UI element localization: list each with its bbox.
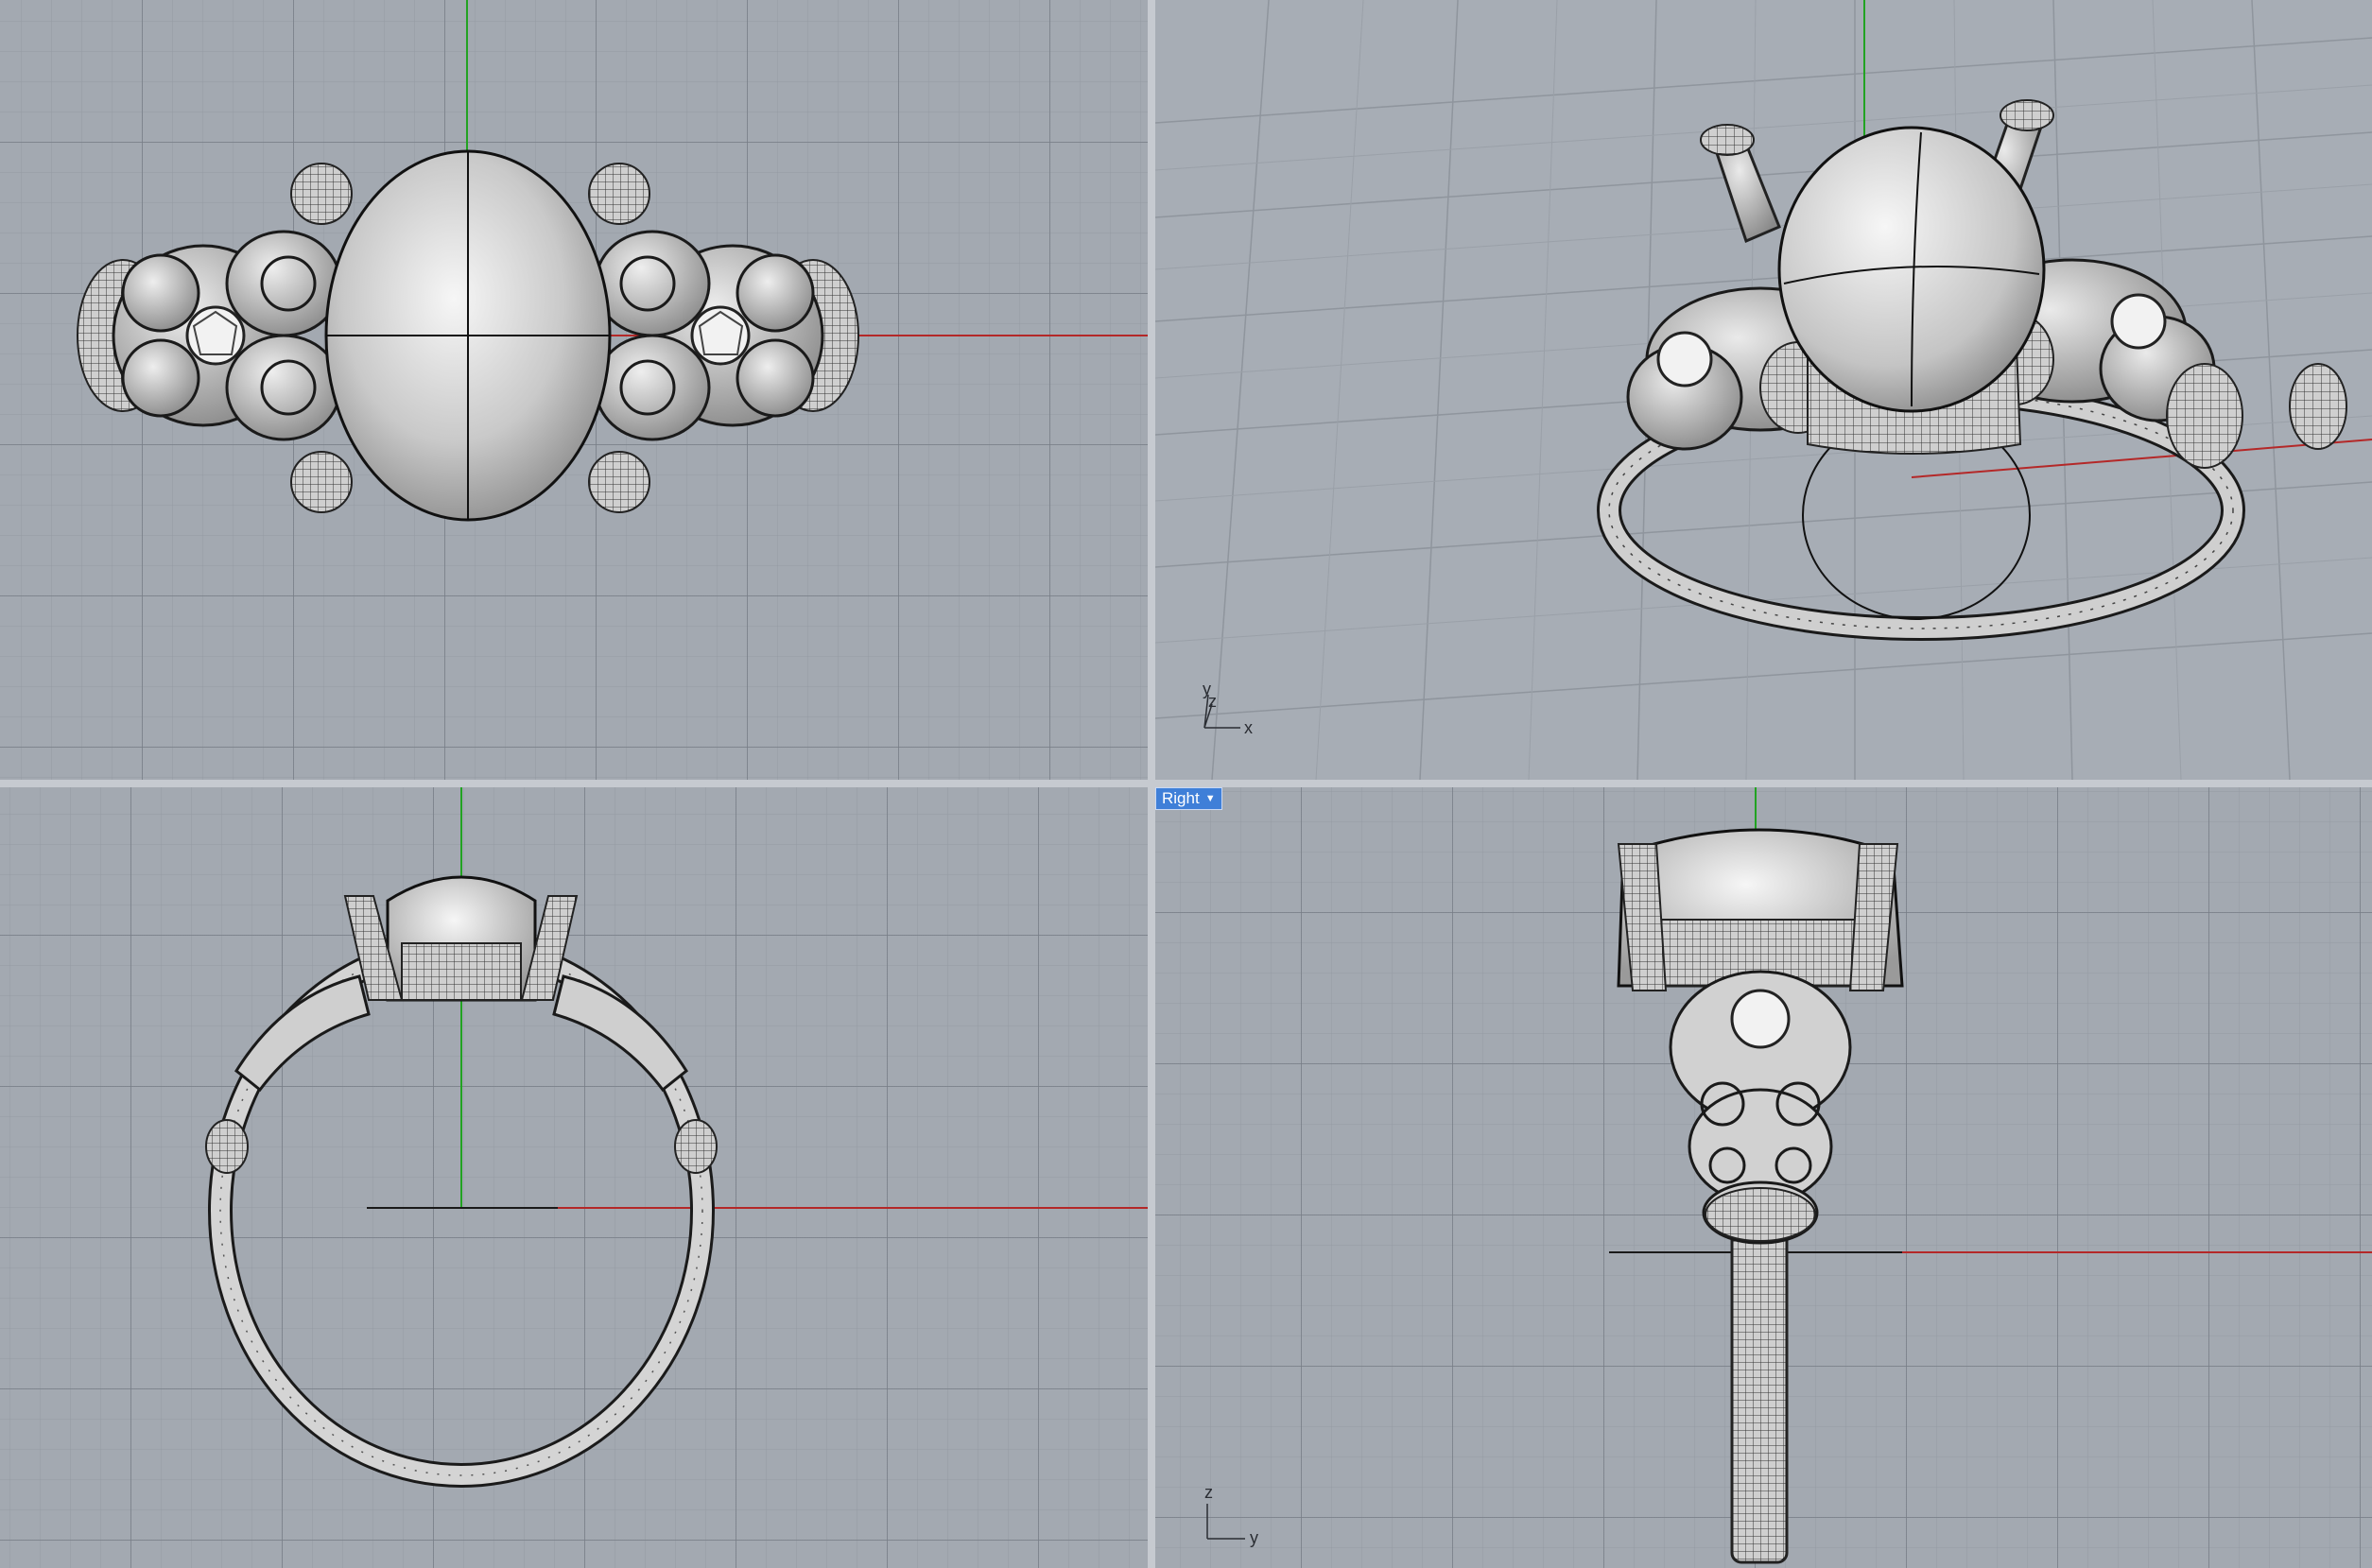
axis-z-label: z: [1208, 692, 1217, 711]
front-view-model: [205, 787, 1148, 1488]
viewport-perspective[interactable]: x y z: [1155, 0, 2372, 780]
axis-x-label: x: [1244, 718, 1253, 737]
viewport-right[interactable]: Right ▼ z y: [1155, 787, 2372, 1568]
axis-icon-right: [1206, 1504, 1245, 1540]
rhino-workspace: x y z Right ▼ z y: [0, 0, 2372, 1568]
viewport-top[interactable]: [0, 0, 1148, 780]
perspective-view-model: x y z: [1155, 0, 2372, 780]
top-view-model: [77, 0, 1148, 522]
axis-y-label-right: y: [1250, 1528, 1258, 1547]
axis-z-label-right: z: [1204, 1483, 1213, 1502]
viewport-front[interactable]: [0, 787, 1148, 1568]
right-view-model: z y: [1204, 787, 2372, 1564]
